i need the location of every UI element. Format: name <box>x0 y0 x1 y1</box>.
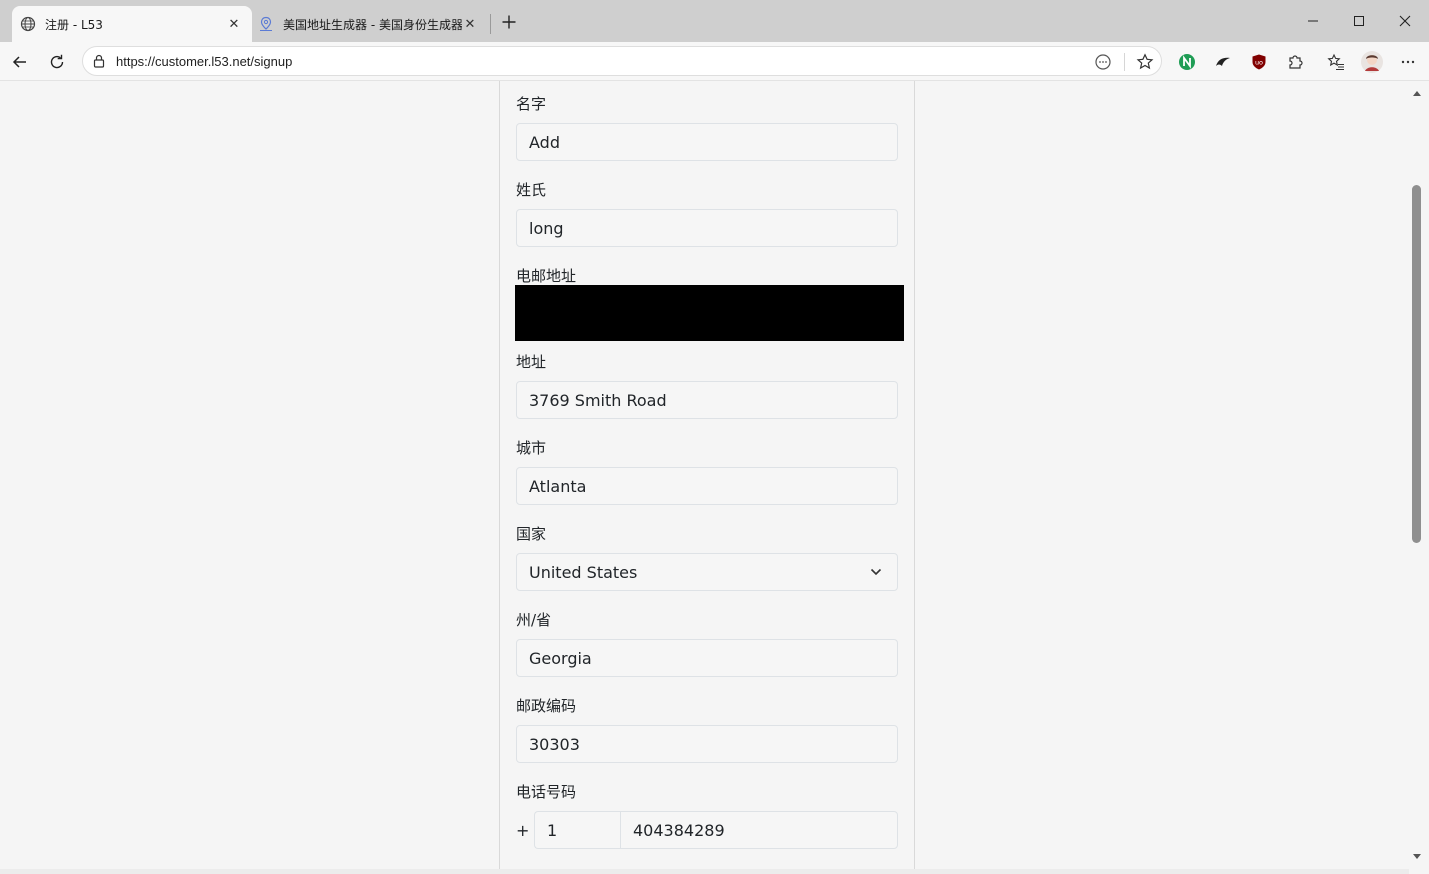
email-field-redacted[interactable] <box>515 285 904 341</box>
favorite-star-icon[interactable] <box>1133 50 1157 74</box>
reload-button[interactable] <box>43 48 71 76</box>
phone-label: 电话号码 <box>516 783 577 801</box>
new-tab-button[interactable] <box>498 11 520 33</box>
city-label: 城市 <box>516 439 547 457</box>
last-name-input[interactable]: long <box>516 209 898 247</box>
form-column-left-border <box>499 81 500 874</box>
scroll-up-arrow-icon[interactable] <box>1410 87 1424 99</box>
phone-number-value: 404384289 <box>633 820 725 840</box>
close-tab-icon[interactable]: ✕ <box>462 16 478 32</box>
phone-country-code-value: 1 <box>547 820 558 840</box>
maximize-icon <box>1354 16 1364 26</box>
last-name-label: 姓氏 <box>516 181 547 199</box>
refresh-icon <box>50 54 64 69</box>
address-input[interactable]: 3769 Smith Road <box>516 381 898 419</box>
address-label: 地址 <box>516 353 547 371</box>
phone-number-input[interactable]: 404384289 <box>620 811 898 849</box>
back-button[interactable] <box>6 48 34 76</box>
tab-address-generator[interactable]: 美国地址生成器 - 美国身份生成器 ✕ <box>254 6 488 42</box>
url-text[interactable]: https://customer.l53.net/signup <box>116 54 292 69</box>
address-bar[interactable]: https://customer.l53.net/signup <box>82 46 1162 76</box>
postcode-label: 邮政编码 <box>516 697 577 715</box>
scroll-down-arrow-icon[interactable] <box>1410 851 1424 863</box>
extension-n-icon[interactable] <box>1173 48 1201 76</box>
close-icon <box>1399 15 1411 27</box>
postcode-value: 30303 <box>529 734 580 754</box>
first-name-value: Add <box>529 132 560 152</box>
minimize-icon <box>1308 20 1318 22</box>
favorites-list-icon[interactable] <box>1322 48 1350 76</box>
arrow-left-icon <box>12 56 26 68</box>
country-value: United States <box>529 562 638 582</box>
profile-avatar[interactable] <box>1358 48 1386 76</box>
extensions-puzzle-icon[interactable] <box>1281 48 1309 76</box>
plus-icon <box>502 15 516 29</box>
extension-swoosh-icon[interactable] <box>1209 48 1237 76</box>
city-input[interactable]: Atlanta <box>516 467 898 505</box>
state-label: 州/省 <box>516 611 552 629</box>
tab-signup[interactable]: 注册 - L53 ✕ <box>12 6 252 42</box>
state-input[interactable]: Georgia <box>516 639 898 677</box>
address-bar-divider <box>1124 53 1125 71</box>
phone-country-code-input[interactable]: 1 <box>534 811 621 849</box>
address-value: 3769 Smith Road <box>529 390 667 410</box>
browser-toolbar: https://customer.l53.net/signup uo <box>0 42 1429 81</box>
phone-plus-sign: + <box>516 821 530 840</box>
lock-icon[interactable] <box>91 53 107 69</box>
globe-icon <box>20 16 36 32</box>
maximize-button[interactable] <box>1344 8 1374 34</box>
scrollbar-thumb[interactable] <box>1412 185 1421 543</box>
reading-mode-icon[interactable] <box>1091 50 1115 74</box>
close-tab-icon[interactable]: ✕ <box>226 16 242 32</box>
last-name-value: long <box>529 218 564 238</box>
email-label: 电邮地址 <box>516 267 577 285</box>
page-viewport: 名字 Add 姓氏 long 电邮地址 地址 3769 Smith Road 城… <box>0 81 1429 874</box>
page-bottom-edge <box>0 869 1409 874</box>
tab-strip: 注册 - L53 ✕ 美国地址生成器 - 美国身份生成器 ✕ <box>0 0 1429 42</box>
country-label: 国家 <box>516 525 547 543</box>
tab-title: 美国地址生成器 - 美国身份生成器 <box>283 17 462 32</box>
tab-title: 注册 - L53 <box>45 17 103 32</box>
postcode-input[interactable]: 30303 <box>516 725 898 763</box>
map-pin-icon <box>258 16 274 32</box>
svg-text:uo: uo <box>1255 59 1263 67</box>
form-column-right-border <box>914 81 915 874</box>
city-value: Atlanta <box>529 476 587 496</box>
chevron-down-icon <box>870 568 882 576</box>
more-menu-icon[interactable] <box>1394 48 1422 76</box>
ublock-origin-icon[interactable]: uo <box>1245 48 1273 76</box>
close-window-button[interactable] <box>1390 8 1420 34</box>
minimize-button[interactable] <box>1298 8 1328 34</box>
country-select[interactable]: United States <box>516 553 898 591</box>
tab-separator <box>490 14 491 34</box>
first-name-label: 名字 <box>516 95 547 113</box>
first-name-input[interactable]: Add <box>516 123 898 161</box>
state-value: Georgia <box>529 648 592 668</box>
